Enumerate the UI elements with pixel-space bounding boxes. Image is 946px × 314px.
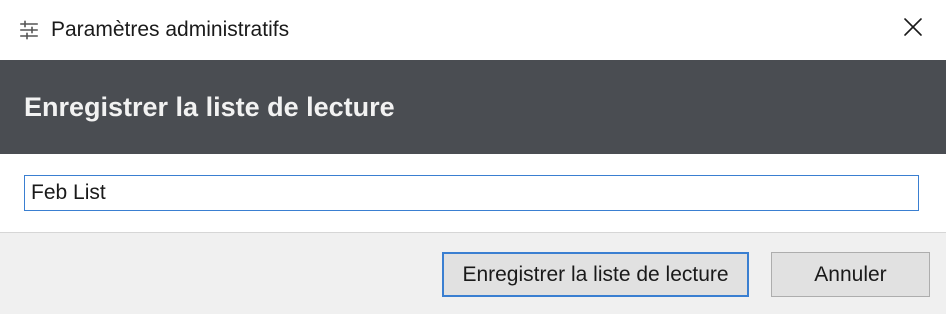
- sliders-icon: [19, 20, 39, 40]
- dialog-heading: Enregistrer la liste de lecture: [24, 92, 395, 122]
- dialog-header: Enregistrer la liste de lecture: [0, 60, 946, 154]
- window-title: Paramètres administratifs: [51, 18, 290, 41]
- cancel-button[interactable]: Annuler: [771, 252, 930, 297]
- close-icon: [903, 17, 923, 42]
- close-button[interactable]: [894, 12, 932, 46]
- dialog-body: [0, 154, 946, 232]
- save-playlist-button[interactable]: Enregistrer la liste de lecture: [442, 252, 749, 297]
- playlist-name-input[interactable]: [24, 175, 919, 211]
- dialog-window: Paramètres administratifs Enregistrer la…: [0, 0, 946, 314]
- title-bar: Paramètres administratifs: [0, 0, 946, 60]
- dialog-footer: Enregistrer la liste de lecture Annuler: [0, 232, 946, 314]
